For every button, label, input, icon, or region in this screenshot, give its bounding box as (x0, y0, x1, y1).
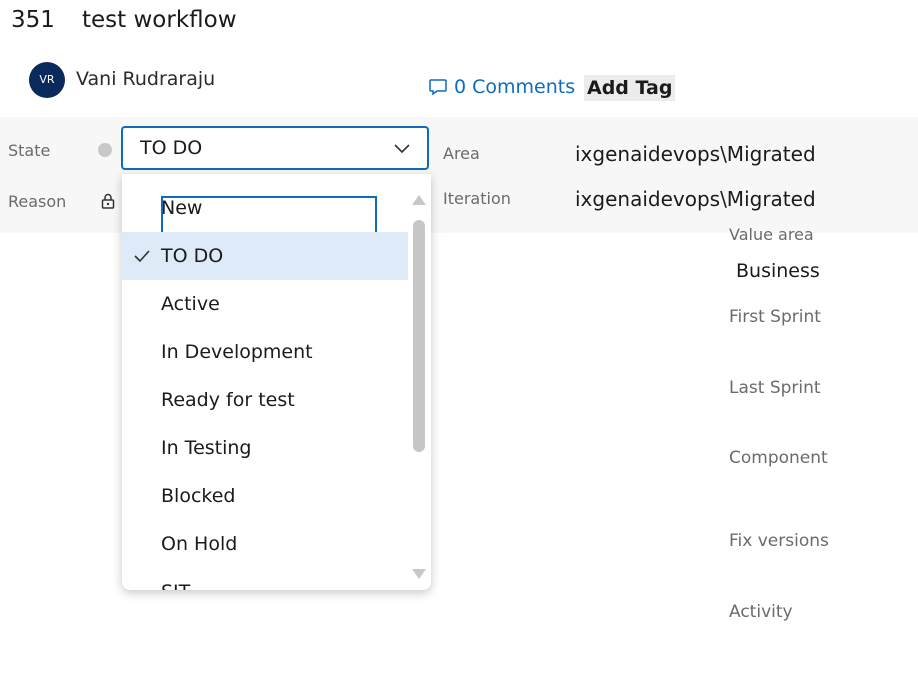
comment-icon (429, 79, 447, 96)
area-value[interactable]: ixgenaidevops\Migrated (575, 142, 816, 166)
state-option-new[interactable]: New (122, 184, 408, 240)
option-label: SIT (161, 581, 190, 590)
work-item-id: 351 (11, 7, 55, 33)
scroll-up-arrow-icon[interactable] (412, 195, 426, 205)
avatar: VR (29, 62, 65, 98)
iteration-label: Iteration (443, 189, 511, 208)
lock-icon (101, 193, 115, 209)
checkmark-icon (134, 250, 150, 263)
state-option-sit[interactable]: SIT (122, 568, 408, 590)
state-color-dot (98, 143, 112, 157)
assigned-user-name[interactable]: Vani Rudraraju (76, 68, 215, 90)
option-label: Active (161, 293, 220, 315)
option-label: In Testing (161, 437, 252, 459)
state-option-on-hold[interactable]: On Hold (122, 520, 408, 568)
last-sprint-label: Last Sprint (729, 378, 821, 398)
option-label: TO DO (161, 245, 224, 267)
option-label: On Hold (161, 533, 238, 555)
option-label: Ready for test (161, 389, 295, 411)
state-option-in-testing[interactable]: In Testing (122, 424, 408, 472)
fix-versions-label: Fix versions (729, 531, 829, 551)
state-option-blocked[interactable]: Blocked (122, 472, 408, 520)
state-option-in-development[interactable]: In Development (122, 328, 408, 376)
state-label: State (8, 141, 51, 160)
work-item-title[interactable]: test workflow (82, 7, 237, 33)
state-selected-value: TO DO (140, 137, 203, 159)
scroll-down-arrow-icon[interactable] (412, 569, 426, 579)
value-area-label: Value area (729, 225, 814, 244)
comments-link[interactable]: 0 Comments (428, 76, 575, 98)
add-tag-button[interactable]: Add Tag (584, 75, 676, 101)
state-dropdown-list: New TO DO Active In Development Ready fo… (122, 174, 431, 590)
iteration-value[interactable]: ixgenaidevops\Migrated (575, 187, 816, 211)
activity-label: Activity (729, 602, 793, 622)
option-label: In Development (161, 341, 313, 363)
state-option-to-do[interactable]: TO DO (122, 232, 408, 280)
scrollbar-thumb[interactable] (413, 220, 425, 452)
option-label: Blocked (161, 485, 236, 507)
first-sprint-label: First Sprint (729, 307, 821, 327)
reason-label: Reason (8, 192, 67, 211)
state-option-active[interactable]: Active (122, 280, 408, 328)
component-label: Component (729, 448, 828, 468)
comments-label: 0 Comments (454, 76, 576, 98)
area-label: Area (443, 144, 480, 163)
value-area-value[interactable]: Business (736, 260, 820, 282)
state-dropdown[interactable]: TO DO (121, 126, 429, 170)
state-option-ready-for-test[interactable]: Ready for test (122, 376, 408, 424)
chevron-down-icon (394, 144, 410, 154)
